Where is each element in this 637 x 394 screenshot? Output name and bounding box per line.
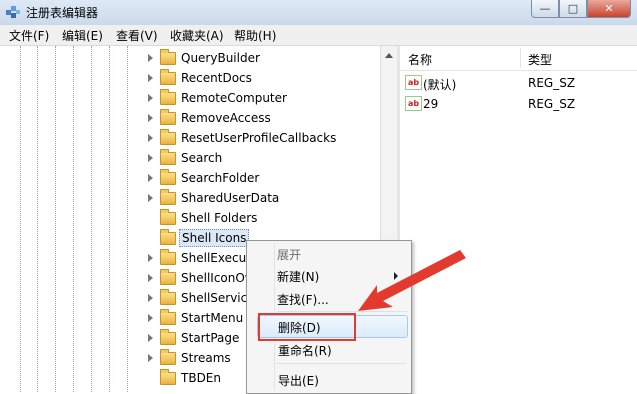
annotation-arrow-icon xyxy=(358,250,466,311)
